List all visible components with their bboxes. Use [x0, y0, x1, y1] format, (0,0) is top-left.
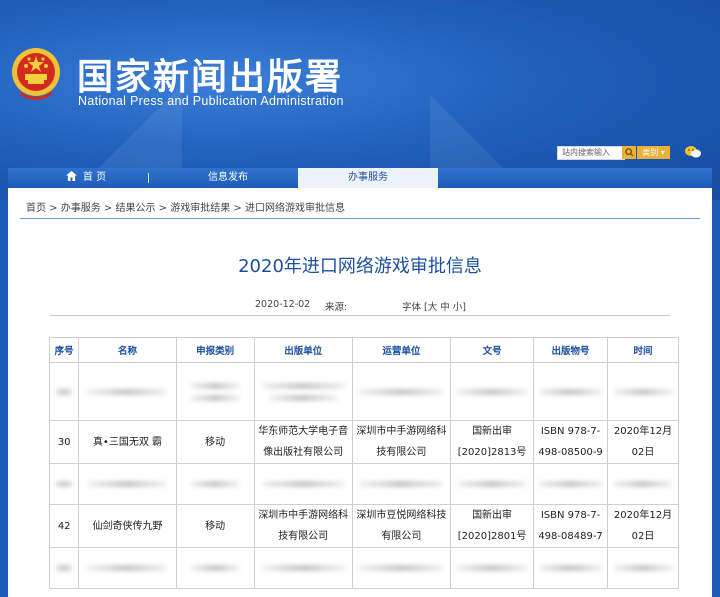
- cell-doc-no: 国新出审[2020]2801号: [450, 504, 535, 548]
- font-size-selector[interactable]: 字体 [大 中 小]: [402, 299, 466, 313]
- cell-publisher: 华东师范大学电子音像出版社有限公司: [253, 420, 353, 464]
- main-navigation: 首 页 信息发布 办事服务: [8, 168, 712, 188]
- cell-name: 真•三国无双 霸: [78, 420, 177, 464]
- cell-publisher: 深圳市中手游网络科技有限公司: [253, 504, 353, 548]
- cell-date: 2020年12月02日: [607, 504, 679, 548]
- national-emblem-icon: [12, 48, 60, 100]
- home-icon: [65, 171, 77, 181]
- site-subtitle: National Press and Publication Administr…: [78, 94, 344, 108]
- search-icon: [624, 148, 634, 157]
- site-title: 国家新闻出版署: [77, 56, 344, 98]
- cell-operator: 深圳市中手游网络科技有限公司: [351, 420, 452, 464]
- nav-divider: [148, 173, 149, 183]
- nav-home-label: 首 页: [82, 172, 107, 183]
- wechat-icon[interactable]: [684, 145, 702, 159]
- cell-category: 移动: [175, 504, 255, 548]
- cell-name: 仙剑奇侠传九野: [78, 504, 177, 548]
- blurred-row: [48, 463, 679, 505]
- main-content: 首页 > 办事服务 > 结果公示 > 游戏审批结果 > 进口网络游戏审批信息 2…: [8, 188, 712, 597]
- col-header: 序号: [48, 337, 80, 363]
- meta-divider: [50, 315, 670, 316]
- table-header-row: 序号 名称 申报类别 出版单位 运营单位 文号 出版物号 时间: [48, 337, 679, 363]
- cell-operator: 深圳市豆悦网络科技有限公司: [351, 504, 452, 548]
- breadcrumb-divider: [20, 218, 700, 219]
- col-header: 文号: [450, 337, 535, 363]
- table-row: 30 真•三国无双 霸 移动 华东师范大学电子音像出版社有限公司 深圳市中手游网…: [48, 420, 679, 464]
- col-header: 名称: [78, 337, 177, 363]
- nav-home[interactable]: 首 页: [56, 168, 116, 188]
- article-source-label: 来源:: [325, 302, 348, 313]
- nav-services-active[interactable]: 办事服务: [298, 168, 438, 188]
- blurred-row: [48, 547, 679, 589]
- cell-isbn: ISBN 978-7-498-08500-9: [533, 420, 609, 464]
- nav-info-release[interactable]: 信息发布: [188, 168, 268, 188]
- cell-no: 42: [48, 504, 80, 548]
- col-header: 运营单位: [351, 337, 452, 363]
- cell-isbn: ISBN 978-7-498-08489-7: [533, 504, 609, 548]
- category-dropdown[interactable]: 类别 ▾: [637, 146, 670, 159]
- cell-category: 移动: [175, 420, 255, 464]
- cell-date: 2020年12月02日: [607, 420, 679, 464]
- col-header: 时间: [607, 337, 679, 363]
- search-button[interactable]: [622, 146, 636, 159]
- col-header: 出版物号: [533, 337, 609, 363]
- breadcrumb[interactable]: 首页 > 办事服务 > 结果公示 > 游戏审批结果 > 进口网络游戏审批信息: [26, 199, 345, 214]
- cell-no: 30: [48, 420, 80, 464]
- article-date: 2020-12-02: [255, 299, 311, 310]
- article-title: 2020年进口网络游戏审批信息: [238, 256, 482, 277]
- search-input[interactable]: 站内搜索输入: [557, 146, 625, 160]
- col-header: 申报类别: [175, 337, 255, 363]
- cell-doc-no: 国新出审[2020]2813号: [450, 420, 535, 464]
- table-row: 42 仙剑奇侠传九野 移动 深圳市中手游网络科技有限公司 深圳市豆悦网络科技有限…: [48, 504, 679, 548]
- blurred-row: [48, 362, 679, 421]
- col-header: 出版单位: [253, 337, 353, 363]
- approval-table: 序号 名称 申报类别 出版单位 运营单位 文号 出版物号 时间 30 真•三国无…: [48, 337, 679, 589]
